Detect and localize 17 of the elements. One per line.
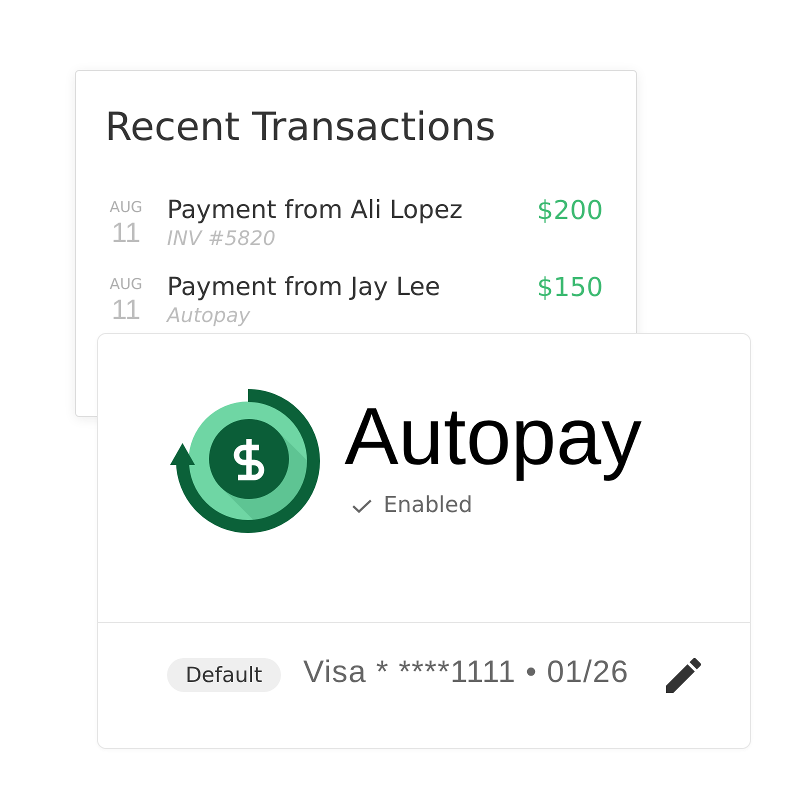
default-tag: Default <box>166 658 282 692</box>
card-title: Recent Transactions <box>105 105 497 151</box>
transaction-amount: $200 <box>536 196 603 227</box>
transaction-title: Payment from Jay Lee <box>167 271 440 302</box>
date-month: AUG <box>110 276 142 293</box>
circular-arrow-dollar-icon <box>170 388 320 532</box>
transaction-amount: $150 <box>536 273 603 304</box>
autopay-title: Autopay <box>344 392 642 482</box>
transaction-title: Payment from Ali Lopez <box>167 194 463 225</box>
status-label: Enabled <box>384 492 472 518</box>
transaction-subtitle: INV #5820 <box>167 225 276 251</box>
date-month: AUG <box>110 199 142 216</box>
pencil-icon[interactable] <box>666 658 701 692</box>
card-details: Visa * ****1111 • 01/26 <box>303 658 629 686</box>
transaction-subtitle: Autopay <box>167 302 250 328</box>
date-day: 11 <box>111 295 141 325</box>
date-day: 11 <box>111 218 141 248</box>
